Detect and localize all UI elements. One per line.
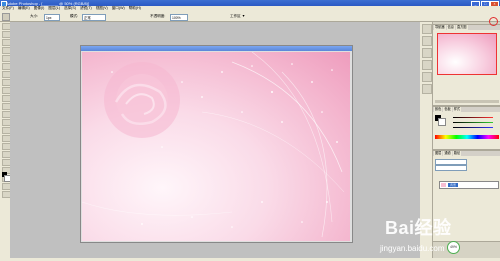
highlight-circle-icon xyxy=(489,17,498,26)
color-panel: 颜色 色板 样式 xyxy=(432,106,500,150)
tab-navigator[interactable]: 导航器 xyxy=(434,25,446,30)
color-background-swatch[interactable] xyxy=(438,118,446,126)
blue-slider[interactable] xyxy=(453,127,493,128)
opacity-label: 不透明度: xyxy=(150,14,166,18)
window-title: Adobe Photoshop - [_______ @ 50% (RGB/8)… xyxy=(6,0,90,6)
image-canvas[interactable] xyxy=(82,52,350,241)
watermark-url: jingyan.baidu.com xyxy=(380,244,445,253)
layer-name: 背景 xyxy=(448,183,458,187)
size-field[interactable]: 1px xyxy=(44,13,60,21)
tab-info[interactable]: 信息 xyxy=(446,25,455,30)
layers-tabs: 图层 通道 路径 xyxy=(433,151,500,156)
tab-layers[interactable]: 图层 xyxy=(434,151,443,156)
tab-paths[interactable]: 路径 xyxy=(452,151,462,156)
navigator-zoom-slider[interactable] xyxy=(435,100,499,103)
navigator-thumbnail[interactable] xyxy=(437,33,497,75)
dock-button-brushes[interactable] xyxy=(422,24,432,34)
document-window xyxy=(80,45,353,243)
tab-histogram[interactable]: 直方图 xyxy=(455,25,468,30)
tab-swatches[interactable]: 色板 xyxy=(443,107,452,112)
lock-options[interactable] xyxy=(435,165,467,171)
layer-thumbnail xyxy=(441,182,446,187)
color-spectrum-bar[interactable] xyxy=(435,135,499,139)
color-tabs: 颜色 色板 样式 xyxy=(433,107,500,112)
green-slider[interactable] xyxy=(453,122,493,123)
navigator-tabs: 导航器 信息 直方图 xyxy=(433,25,500,30)
dock-button-actions[interactable] xyxy=(422,72,432,82)
dock-button-clone[interactable] xyxy=(422,48,432,58)
tool-preset-button[interactable] xyxy=(2,13,10,21)
navigator-panel: 导航器 信息 直方图 xyxy=(432,24,500,106)
workspace-button[interactable]: 工作区 ▼ xyxy=(230,14,245,19)
layer-row-background[interactable]: 背景 xyxy=(439,181,499,189)
tab-channels[interactable]: 通道 xyxy=(443,151,452,156)
watermark-logo: Bai经验 xyxy=(385,218,452,238)
red-slider[interactable] xyxy=(453,117,493,118)
zoom-badge: 49% xyxy=(447,241,460,254)
dock-button-tool-presets[interactable] xyxy=(422,84,432,94)
opacity-field[interactable]: 100% xyxy=(170,13,188,21)
tab-styles[interactable]: 样式 xyxy=(452,107,462,112)
dock-button-history[interactable] xyxy=(422,60,432,70)
dock-button-presets[interactable] xyxy=(422,36,432,46)
mode-select[interactable]: 正常 xyxy=(82,13,106,21)
canvas-artwork xyxy=(82,52,345,238)
size-label: 大小: xyxy=(30,14,39,18)
options-bar: 大小: 1px 模式: 正常 不透明度: 100% 工作区 ▼ xyxy=(0,11,500,22)
mode-label: 模式: xyxy=(70,14,79,18)
tab-color[interactable]: 颜色 xyxy=(434,107,443,112)
document-title-bar[interactable] xyxy=(81,46,352,51)
